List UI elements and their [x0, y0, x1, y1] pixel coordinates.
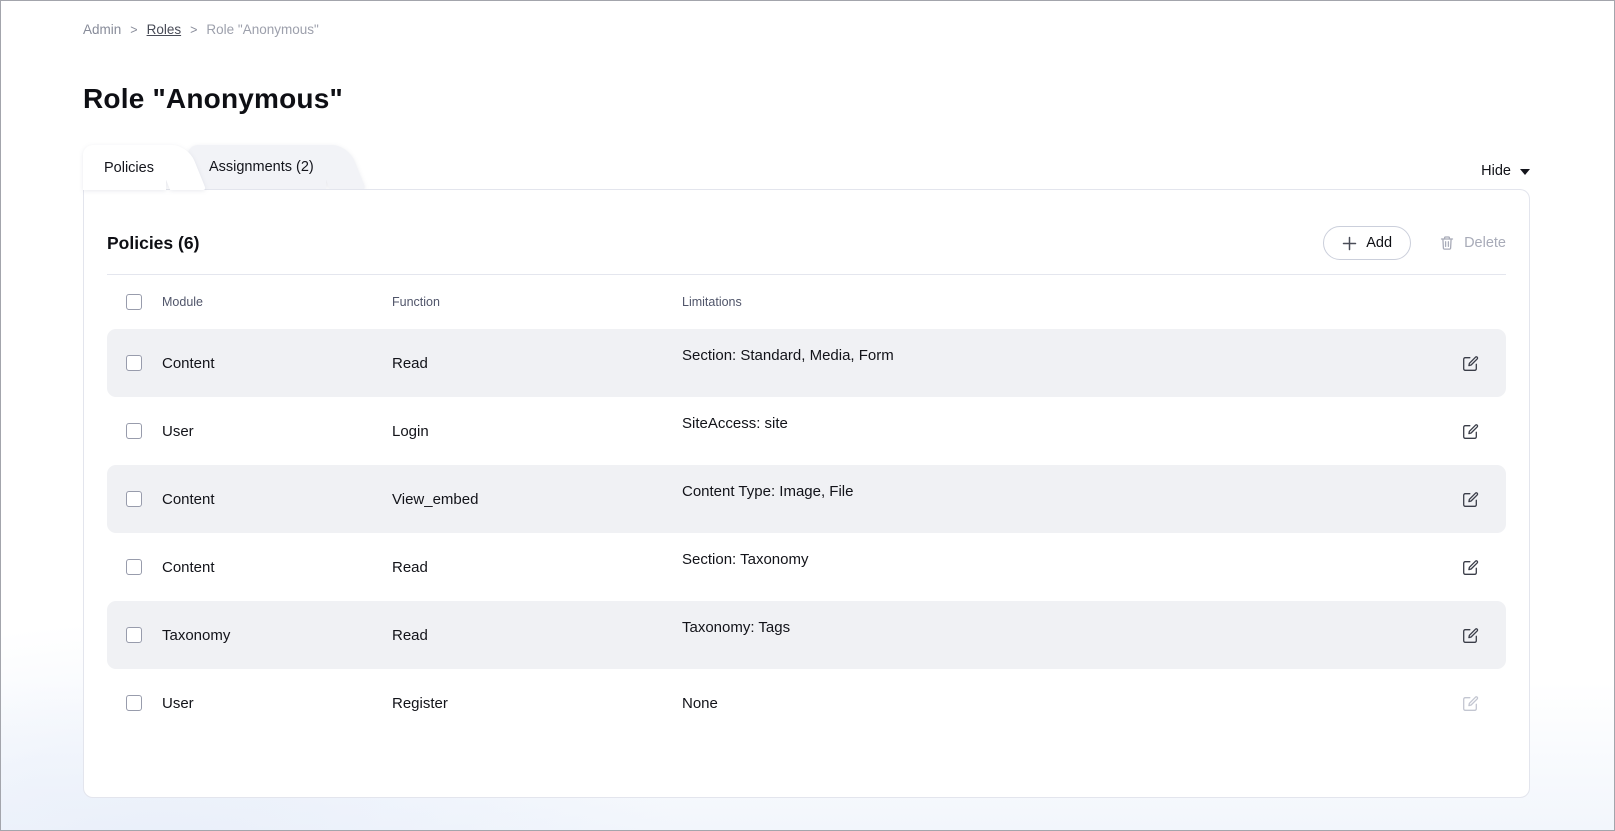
select-all-checkbox[interactable]	[126, 294, 142, 310]
breadcrumb-separator: >	[190, 23, 197, 37]
tab-assignments-label: Assignments (2)	[209, 159, 314, 175]
row-checkbox-cell	[107, 355, 162, 371]
function-cell: Login	[392, 423, 682, 440]
edit-icon	[1462, 423, 1479, 440]
limitations-cell: Content Type: Image, File	[682, 483, 1444, 500]
row-checkbox-cell	[107, 695, 162, 711]
edit-cell	[1444, 488, 1506, 511]
add-button-label: Add	[1366, 235, 1392, 251]
module-cell: Content	[162, 491, 392, 508]
chevron-down-icon	[1520, 169, 1530, 175]
function-cell: Read	[392, 559, 682, 576]
function-cell: Read	[392, 627, 682, 644]
hide-toggle-button[interactable]: Hide	[1481, 163, 1530, 179]
edit-icon	[1462, 627, 1479, 644]
row-checkbox[interactable]	[126, 491, 142, 507]
edit-cell	[1444, 624, 1506, 647]
module-cell: User	[162, 423, 392, 440]
row-checkbox[interactable]	[126, 559, 142, 575]
column-header-function: Function	[392, 295, 682, 309]
edit-cell	[1444, 692, 1506, 715]
row-checkbox-cell	[107, 627, 162, 643]
limitations-cell: SiteAccess: site	[682, 415, 1444, 432]
delete-button-label: Delete	[1464, 235, 1506, 251]
plus-icon	[1342, 236, 1357, 251]
column-header-limitations: Limitations	[682, 295, 1444, 309]
table-row: User Login SiteAccess: site	[107, 397, 1506, 465]
function-cell: Read	[392, 355, 682, 372]
function-cell: Register	[392, 695, 682, 712]
tab-bar: Policies Assignments (2) Hide	[83, 145, 1530, 189]
add-policy-button[interactable]: Add	[1323, 226, 1411, 260]
row-checkbox[interactable]	[126, 423, 142, 439]
limitations-cell: None	[682, 695, 1444, 712]
edit-policy-button[interactable]	[1459, 624, 1482, 647]
edit-icon	[1462, 491, 1479, 508]
table-row: User Register None	[107, 669, 1506, 737]
breadcrumb: Admin > Roles > Role "Anonymous"	[83, 22, 1530, 37]
breadcrumb-item-current: Role "Anonymous"	[206, 22, 318, 37]
panel-title: Policies (6)	[107, 233, 199, 254]
row-checkbox[interactable]	[126, 355, 142, 371]
edit-cell	[1444, 556, 1506, 579]
table-row: Content View_embed Content Type: Image, …	[107, 465, 1506, 533]
edit-policy-button[interactable]	[1459, 352, 1482, 375]
row-checkbox[interactable]	[126, 695, 142, 711]
header-checkbox-cell	[107, 294, 162, 310]
limitations-cell: Section: Standard, Media, Form	[682, 347, 1444, 364]
limitations-cell: Taxonomy: Tags	[682, 619, 1444, 636]
policies-panel: Policies (6) Add	[83, 189, 1530, 798]
row-checkbox-cell	[107, 491, 162, 507]
row-checkbox-cell	[107, 559, 162, 575]
panel-header: Policies (6) Add	[107, 226, 1506, 260]
limitations-cell: Section: Taxonomy	[682, 551, 1444, 568]
table-row: Content Read Section: Standard, Media, F…	[107, 329, 1506, 397]
table-row: Content Read Section: Taxonomy	[107, 533, 1506, 601]
edit-policy-button[interactable]	[1459, 556, 1482, 579]
edit-cell	[1444, 352, 1506, 375]
edit-icon	[1462, 695, 1479, 712]
tab-policies[interactable]: Policies	[83, 145, 166, 190]
table-row: Taxonomy Read Taxonomy: Tags	[107, 601, 1506, 669]
edit-cell	[1444, 420, 1506, 443]
breadcrumb-separator: >	[130, 23, 137, 37]
trash-icon	[1439, 235, 1455, 251]
edit-icon	[1462, 355, 1479, 372]
edit-policy-button[interactable]	[1459, 488, 1482, 511]
row-checkbox[interactable]	[126, 627, 142, 643]
function-cell: View_embed	[392, 491, 682, 508]
module-cell: Taxonomy	[162, 627, 392, 644]
row-checkbox-cell	[107, 423, 162, 439]
hide-toggle-label: Hide	[1481, 163, 1511, 179]
page-title: Role "Anonymous"	[83, 83, 1530, 115]
policies-table-body: Content Read Section: Standard, Media, F…	[107, 329, 1506, 737]
edit-policy-button	[1459, 692, 1482, 715]
column-header-module: Module	[162, 295, 392, 309]
module-cell: Content	[162, 559, 392, 576]
table-header-row: Module Function Limitations	[107, 275, 1506, 329]
module-cell: User	[162, 695, 392, 712]
breadcrumb-item-admin: Admin	[83, 22, 121, 37]
edit-policy-button[interactable]	[1459, 420, 1482, 443]
module-cell: Content	[162, 355, 392, 372]
edit-icon	[1462, 559, 1479, 576]
tab-policies-label: Policies	[104, 160, 154, 176]
breadcrumb-item-roles[interactable]: Roles	[147, 22, 182, 37]
tab-assignments[interactable]: Assignments (2)	[188, 145, 326, 189]
page: Admin > Roles > Role "Anonymous" Role "A…	[1, 1, 1614, 798]
delete-policy-button: Delete	[1439, 235, 1506, 251]
panel-actions: Add Delete	[1323, 226, 1506, 260]
